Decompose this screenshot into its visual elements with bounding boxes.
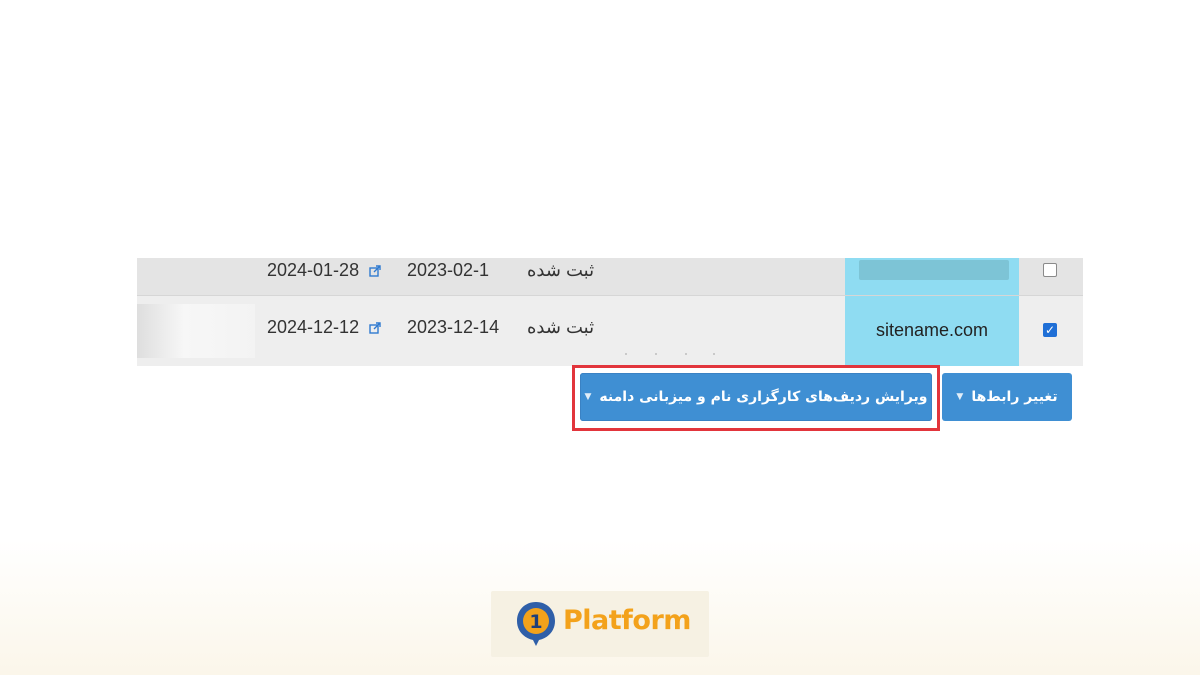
external-link-icon[interactable] [369, 265, 381, 277]
caret-icon: ▼ [584, 392, 592, 402]
edit-dns-label: ویرایش ردیف‌های کارگزاری نام و میزبانی د… [599, 389, 928, 405]
status-cell: ثبت شده [527, 260, 595, 280]
caret-icon: ▼ [956, 392, 964, 402]
status-cell: ثبت شده [527, 317, 595, 337]
row-checkbox[interactable] [1043, 263, 1057, 277]
redacted-cell [137, 304, 255, 358]
row-dots-decoration [625, 353, 725, 356]
check-icon: ✓ [1045, 323, 1056, 337]
expiry-date-cell: 2024-01-28 [267, 260, 360, 280]
expiry-date-cell: 2024-12-12 [267, 317, 360, 337]
table-row: sitename.com ثبت شده 2023-12-14 2024-12-… [137, 296, 1083, 366]
logo-mark-icon: 1 [517, 602, 555, 646]
change-links-label: تغییر رابط‌ها [971, 389, 1058, 405]
row-checkbox[interactable]: ✓ [1043, 323, 1057, 337]
domain-cell: sitename.com [845, 296, 1019, 366]
domain-name[interactable]: sitename.com [845, 320, 1019, 341]
domain-cell [845, 258, 1019, 296]
edit-dns-records-button[interactable]: ویرایش ردیف‌های کارگزاری نام و میزبانی د… [580, 373, 932, 421]
change-links-button[interactable]: تغییر رابط‌ها ▼ [942, 373, 1072, 421]
logo-digit: 1 [529, 611, 542, 633]
domain-redacted [859, 260, 1009, 280]
registration-date-cell: 2023-02-1 [407, 260, 490, 280]
table-row: ثبت شده 2023-02-1 2024-01-28 [137, 258, 1083, 296]
logo-text: Platform [563, 605, 691, 636]
domain-table: ثبت شده 2023-02-1 2024-01-28 sitename.co… [137, 258, 1083, 366]
brand-logo: 1 Platform [491, 591, 709, 657]
external-link-icon[interactable] [369, 322, 381, 334]
registration-date-cell: 2023-12-14 [407, 317, 500, 337]
